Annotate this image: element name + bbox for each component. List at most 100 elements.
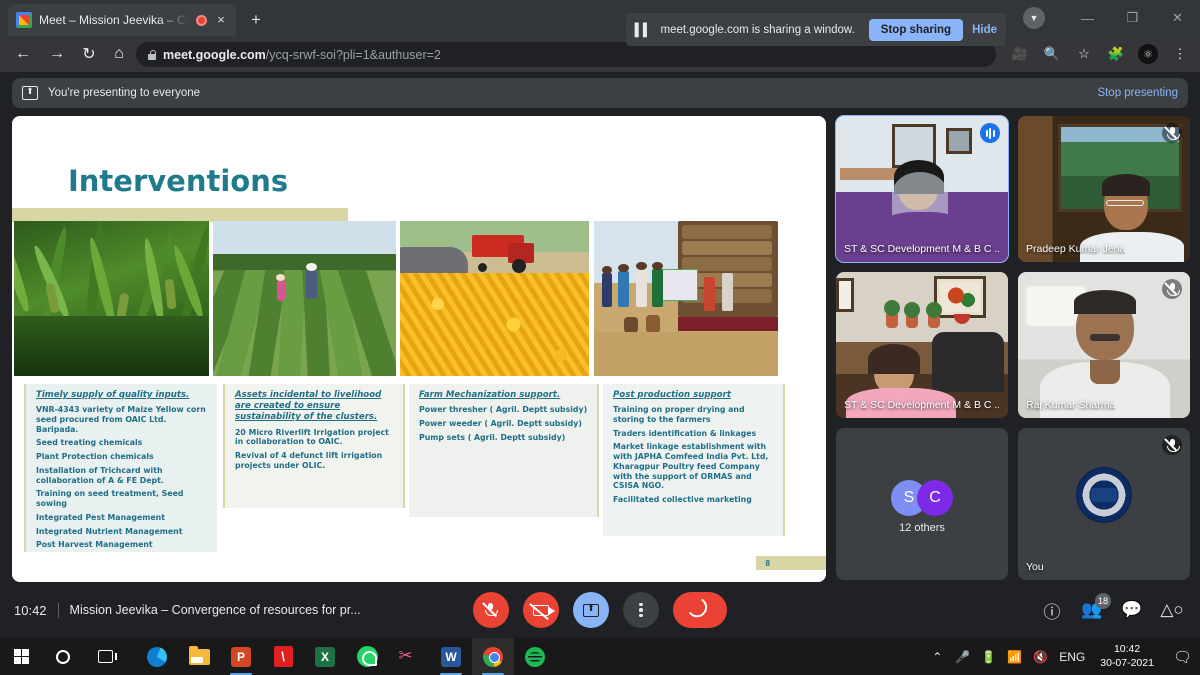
participant-tile[interactable]: ST & SC Development M & B C ... xyxy=(836,272,1008,418)
column-heading: Assets incidental to livelihood are crea… xyxy=(235,390,382,423)
profile-avatar-icon[interactable]: ⚛ xyxy=(1138,44,1158,64)
mic-off-icon xyxy=(1162,123,1182,143)
camera-icon[interactable]: 🎥 xyxy=(1006,40,1034,68)
browser-tab[interactable]: Meet – Mission Jeevika – Co × xyxy=(8,4,236,36)
microsoft-edge[interactable] xyxy=(136,638,178,675)
mic-off-button[interactable] xyxy=(473,592,509,628)
slide-column-inputs: Timely supply of quality inputs. VNR-434… xyxy=(24,384,217,552)
system-tray: ⌃ 🎤 🔋 📶 🔇 ENG 10:42 30-07-2021 🗨 xyxy=(930,638,1200,675)
mic-off-icon xyxy=(1162,279,1182,299)
show-everyone-icon[interactable]: 👥 18 xyxy=(1080,593,1111,622)
pause-icon: ▍▍ xyxy=(635,22,652,37)
maximize-button[interactable]: ❐ xyxy=(1110,0,1155,36)
column-item: Revival of 4 defunct lift irrigation pro… xyxy=(235,450,383,470)
file-explorer[interactable] xyxy=(178,638,220,675)
others-tile[interactable]: S C 12 others xyxy=(836,428,1008,580)
adobe-acrobat[interactable]: \ xyxy=(262,638,304,675)
column-item: Power thresher ( Agril. Deptt subsidy) xyxy=(419,405,588,415)
slide-column-post-production: Post production support Training on prop… xyxy=(603,384,785,536)
chat-icon[interactable]: 💬 xyxy=(1120,598,1144,622)
participant-tile[interactable]: ST & SC Development M & B C ... xyxy=(835,115,1009,263)
spotify[interactable] xyxy=(514,638,556,675)
spotify-icon xyxy=(525,646,545,667)
scissors-icon xyxy=(399,646,420,667)
others-count-label: 12 others xyxy=(899,522,945,535)
back-button[interactable]: ← xyxy=(8,36,38,72)
clock-time: 10:42 xyxy=(1113,643,1141,656)
excel[interactable]: X xyxy=(304,638,346,675)
call-action-buttons xyxy=(0,582,1200,638)
menu-icon[interactable]: ⋮ xyxy=(1166,40,1194,68)
notification-center-icon[interactable]: 🗨 xyxy=(1169,648,1192,666)
meet-control-bar: 10:42 Mission Jeevika – Convergence of r… xyxy=(0,582,1200,638)
mic-off-icon xyxy=(1162,435,1182,455)
activities-icon[interactable]: △○ xyxy=(1160,598,1184,622)
avatar: C xyxy=(917,479,953,516)
column-heading: Post production support xyxy=(613,390,731,400)
volume-muted-icon[interactable]: 🔇 xyxy=(1033,650,1048,664)
word[interactable]: W xyxy=(430,638,472,675)
stop-presenting-button[interactable]: Stop presenting xyxy=(1097,87,1178,99)
circle-search-icon xyxy=(56,649,70,664)
stop-sharing-button[interactable]: Stop sharing xyxy=(868,18,964,41)
column-item: Training on proper drying and storing to… xyxy=(613,405,745,424)
column-item: Seed treating chemicals xyxy=(36,438,143,448)
close-window-button[interactable]: ✕ xyxy=(1155,0,1200,36)
word-icon: W xyxy=(441,646,461,667)
camera-off-button[interactable] xyxy=(523,592,559,628)
powerpoint-icon: P xyxy=(231,646,251,667)
close-icon[interactable]: × xyxy=(214,13,228,27)
self-tile[interactable]: You xyxy=(1018,428,1190,580)
google-chrome[interactable] xyxy=(472,638,514,675)
profile-chip[interactable]: ▼ xyxy=(1023,7,1045,29)
new-tab-button[interactable]: + xyxy=(244,8,268,32)
cortana-search[interactable] xyxy=(42,638,84,675)
present-now-button[interactable] xyxy=(573,592,609,628)
meet-favicon-icon xyxy=(16,12,32,28)
participant-grid: ST & SC Development M & B C ... Pradeep … xyxy=(835,115,1192,582)
minimize-button[interactable]: — xyxy=(1065,0,1110,36)
reload-button[interactable]: ↻ xyxy=(74,36,104,72)
task-view-icon xyxy=(97,650,117,663)
google-meet-app: You're presenting to everyone Stop prese… xyxy=(0,72,1200,638)
forward-button[interactable]: → xyxy=(42,36,72,72)
photo-caption xyxy=(16,369,17,374)
participant-tile[interactable]: Pradeep Kumar Jena xyxy=(1018,116,1190,262)
chevron-up-icon[interactable]: ⌃ xyxy=(930,650,944,664)
clock[interactable]: 10:42 30-07-2021 xyxy=(1096,643,1158,669)
column-item: 20 Micro Riverlift Irrigation project in… xyxy=(235,427,389,447)
start-button[interactable] xyxy=(0,638,42,675)
clock-date: 30-07-2021 xyxy=(1100,656,1154,669)
participant-tile[interactable]: Raj Kumar Sharma xyxy=(1018,272,1190,418)
column-item: Training on seed treatment, Seed sowing xyxy=(36,489,184,509)
excel-icon: X xyxy=(315,646,335,667)
whatsapp-icon xyxy=(356,646,378,667)
self-name-label: You xyxy=(1026,561,1044,573)
column-item: Traders identification & linkages xyxy=(613,428,757,438)
slide-page-number: 8 xyxy=(765,559,770,568)
task-view[interactable] xyxy=(84,638,126,675)
lock-icon xyxy=(148,49,157,60)
language-indicator[interactable]: ENG xyxy=(1059,650,1085,664)
whatsapp[interactable] xyxy=(346,638,388,675)
leave-call-button[interactable] xyxy=(673,592,727,628)
search-icon[interactable]: 🔍 xyxy=(1038,40,1066,68)
home-button[interactable]: ⌂ xyxy=(104,36,134,72)
wifi-icon[interactable]: 📶 xyxy=(1007,650,1022,664)
recording-dot-icon xyxy=(196,14,207,26)
hide-sharing-bar-button[interactable]: Hide xyxy=(972,24,997,36)
column-item: Installation of Trichcard with collabora… xyxy=(36,465,164,485)
more-options-button[interactable] xyxy=(623,592,659,628)
meeting-details-icon[interactable]: ⓘ xyxy=(1040,598,1064,622)
screen-sharing-notification: ▍▍ meet.google.com is sharing a window. … xyxy=(626,13,1006,46)
toolbar-actions: 🎥 🔍 ☆ 🧩 ⚛ ⋮ xyxy=(1006,36,1194,72)
powerpoint[interactable]: P xyxy=(220,638,262,675)
tab-title: Meet – Mission Jeevika – Co xyxy=(39,13,189,27)
battery-icon[interactable]: 🔋 xyxy=(981,650,996,664)
photo-maize-crop-closeup xyxy=(14,221,209,376)
presentation-stage[interactable]: Interventions 8 Timely supply of quality… xyxy=(12,116,826,582)
extensions-icon[interactable]: 🧩 xyxy=(1102,40,1130,68)
snipping-tool[interactable] xyxy=(388,638,430,675)
microphone-icon[interactable]: 🎤 xyxy=(955,650,970,664)
star-icon[interactable]: ☆ xyxy=(1070,40,1098,68)
